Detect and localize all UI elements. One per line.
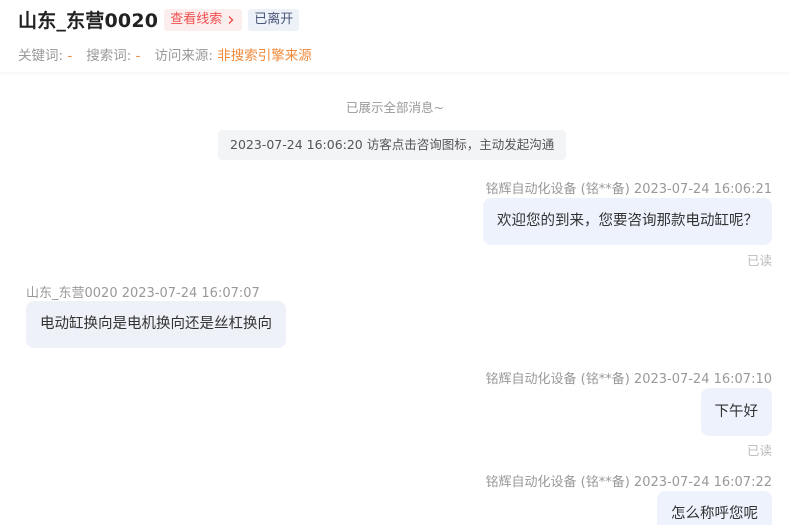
meta-source-label: 访问来源: [154, 48, 218, 64]
meta-keyword-label: 关键词: [18, 48, 68, 64]
meta-search-term-value: - [135, 48, 141, 64]
message-sender: 铭辉自动化设备 (铭**备) 2023-07-24 16:06:21 [485, 182, 772, 197]
chevron-right-icon [228, 15, 234, 24]
chat-header: 山东_东营0020 查看线索 已离开 关键词: - 搜索词: - 访问来源: 非… [0, 0, 790, 72]
message-sender: 山东_东营0020 2023-07-24 16:07:07 [26, 286, 260, 301]
message-bubble[interactable]: 怎么称呼您呢 [657, 491, 772, 525]
all-messages-notice: 已展示全部消息~ [346, 100, 444, 115]
read-status: 已读 [746, 253, 772, 268]
read-status: 已读 [746, 443, 772, 458]
meta-keyword-value: - [67, 48, 73, 64]
message-sender: 铭辉自动化设备 (铭**备) 2023-07-24 16:07:10 [485, 372, 772, 387]
meta-search-term: 搜索词: - [86, 44, 140, 64]
visitor-name: 山东_东营0020 [18, 10, 159, 32]
view-lead-button[interactable]: 查看线索 [164, 8, 243, 31]
title-row: 山东_东营0020 查看线索 已离开 [18, 6, 300, 33]
view-lead-label: 查看线索 [170, 11, 223, 27]
system-event: 2023-07-24 16:06:20 访客点击咨询图标，主动发起沟通 [218, 130, 567, 160]
message-list[interactable]: 已展示全部消息~ 2023-07-24 16:06:20 访客点击咨询图标，主动… [0, 72, 790, 525]
meta-source-value: 非搜索引擎来源 [217, 48, 312, 64]
message-sender: 铭辉自动化设备 (铭**备) 2023-07-24 16:07:22 [485, 475, 772, 490]
meta-source: 访问来源: 非搜索引擎来源 [154, 44, 311, 64]
meta-search-term-label: 搜索词: [86, 48, 136, 64]
message-bubble[interactable]: 欢迎您的到来，您要咨询那款电动缸呢？ [483, 198, 772, 245]
status-badge: 已离开 [248, 8, 300, 31]
meta-keyword: 关键词: - [18, 44, 72, 64]
visitor-meta: 关键词: - 搜索词: - 访问来源: 非搜索引擎来源 [18, 44, 326, 64]
message-bubble[interactable]: 下午好 [700, 388, 772, 436]
message-bubble[interactable]: 电动缸换向是电机换向还是丝杠换向 [26, 301, 286, 348]
